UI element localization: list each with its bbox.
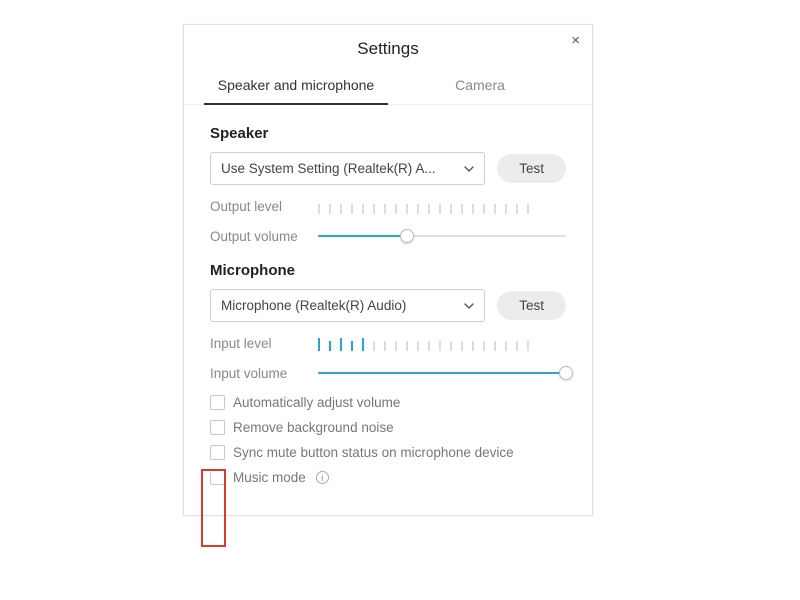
output-level-label: Output level xyxy=(210,199,318,214)
meter-bar xyxy=(351,341,353,351)
checkbox-label: Remove background noise xyxy=(233,420,394,435)
input-volume-row: Input volume xyxy=(210,365,566,381)
microphone-device-select[interactable]: Microphone (Realtek(R) Audio) xyxy=(210,289,485,322)
meter-bar xyxy=(483,204,485,214)
meter-bar xyxy=(362,204,364,214)
output-volume-label: Output volume xyxy=(210,229,318,244)
microphone-options: Automatically adjust volume Remove backg… xyxy=(210,395,566,485)
output-volume-slider[interactable] xyxy=(318,228,566,244)
info-icon[interactable]: i xyxy=(316,471,329,484)
meter-bar xyxy=(450,341,452,351)
meter-bar xyxy=(516,341,518,351)
checkbox-sync-mute[interactable] xyxy=(210,445,225,460)
option-auto-adjust-volume: Automatically adjust volume xyxy=(210,395,566,410)
meter-bar xyxy=(417,341,419,351)
meter-bar xyxy=(483,341,485,351)
speaker-test-button[interactable]: Test xyxy=(497,154,566,183)
option-music-mode: Music mode i xyxy=(210,470,566,485)
titlebar: Settings × xyxy=(184,25,592,63)
checkbox-remove-noise[interactable] xyxy=(210,420,225,435)
meter-bar xyxy=(340,204,342,214)
meter-bar xyxy=(318,204,320,214)
meter-bar xyxy=(395,341,397,351)
microphone-device-value: Microphone (Realtek(R) Audio) xyxy=(221,298,406,313)
checkbox-auto-adjust[interactable] xyxy=(210,395,225,410)
meter-bar xyxy=(450,204,452,214)
checkbox-label: Automatically adjust volume xyxy=(233,395,400,410)
input-level-label: Input level xyxy=(210,336,318,351)
meter-bar xyxy=(461,341,463,351)
meter-bar xyxy=(461,204,463,214)
meter-bar xyxy=(329,204,331,214)
input-volume-label: Input volume xyxy=(210,366,318,381)
meter-bar xyxy=(494,204,496,214)
meter-bar xyxy=(516,204,518,214)
meter-bar xyxy=(472,204,474,214)
meter-bar xyxy=(329,341,331,351)
speaker-device-select[interactable]: Use System Setting (Realtek(R) A... xyxy=(210,152,485,185)
speaker-device-value: Use System Setting (Realtek(R) A... xyxy=(221,161,436,176)
tab-label: Speaker and microphone xyxy=(218,77,374,93)
input-level-meter xyxy=(318,337,566,351)
meter-bar xyxy=(406,204,408,214)
settings-content: Speaker Use System Setting (Realtek(R) A… xyxy=(184,105,592,485)
speaker-device-row: Use System Setting (Realtek(R) A... Test xyxy=(210,152,566,185)
input-level-row: Input level xyxy=(210,336,566,351)
meter-bar xyxy=(417,204,419,214)
settings-dialog: Settings × Speaker and microphone Camera… xyxy=(183,24,593,516)
meter-bar xyxy=(505,341,507,351)
meter-bar xyxy=(406,341,408,351)
meter-bar xyxy=(527,341,529,351)
meter-bar xyxy=(373,204,375,214)
meter-bar xyxy=(472,341,474,351)
option-sync-mute-status: Sync mute button status on microphone de… xyxy=(210,445,566,460)
meter-bar xyxy=(351,204,353,214)
meter-bar xyxy=(439,341,441,351)
microphone-test-button[interactable]: Test xyxy=(497,291,566,320)
option-remove-background-noise: Remove background noise xyxy=(210,420,566,435)
checkbox-label: Music mode xyxy=(233,470,306,485)
meter-bar xyxy=(494,341,496,351)
meter-bar xyxy=(384,341,386,351)
microphone-device-row: Microphone (Realtek(R) Audio) Test xyxy=(210,289,566,322)
tab-speaker-and-microphone[interactable]: Speaker and microphone xyxy=(204,69,388,105)
input-volume-slider[interactable] xyxy=(318,365,566,381)
close-icon[interactable]: × xyxy=(571,33,580,48)
chevron-down-icon xyxy=(464,164,474,174)
meter-bar xyxy=(362,338,364,351)
meter-bar xyxy=(384,204,386,214)
meter-bar xyxy=(439,204,441,214)
meter-bar xyxy=(340,338,342,351)
tab-camera[interactable]: Camera xyxy=(388,69,572,104)
meter-bar xyxy=(527,204,529,214)
tab-label: Camera xyxy=(455,77,505,93)
output-volume-row: Output volume xyxy=(210,228,566,244)
checkbox-label: Sync mute button status on microphone de… xyxy=(233,445,514,460)
tabs: Speaker and microphone Camera xyxy=(184,69,592,105)
speaker-heading: Speaker xyxy=(210,125,566,142)
meter-bar xyxy=(318,338,320,351)
output-level-meter xyxy=(318,200,566,214)
meter-bar xyxy=(428,341,430,351)
chevron-down-icon xyxy=(464,301,474,311)
output-level-row: Output level xyxy=(210,199,566,214)
meter-bar xyxy=(428,204,430,214)
meter-bar xyxy=(395,204,397,214)
meter-bar xyxy=(373,341,375,351)
meter-bar xyxy=(505,204,507,214)
microphone-heading: Microphone xyxy=(210,262,566,279)
checkbox-music-mode[interactable] xyxy=(210,470,225,485)
dialog-title: Settings xyxy=(357,39,418,58)
